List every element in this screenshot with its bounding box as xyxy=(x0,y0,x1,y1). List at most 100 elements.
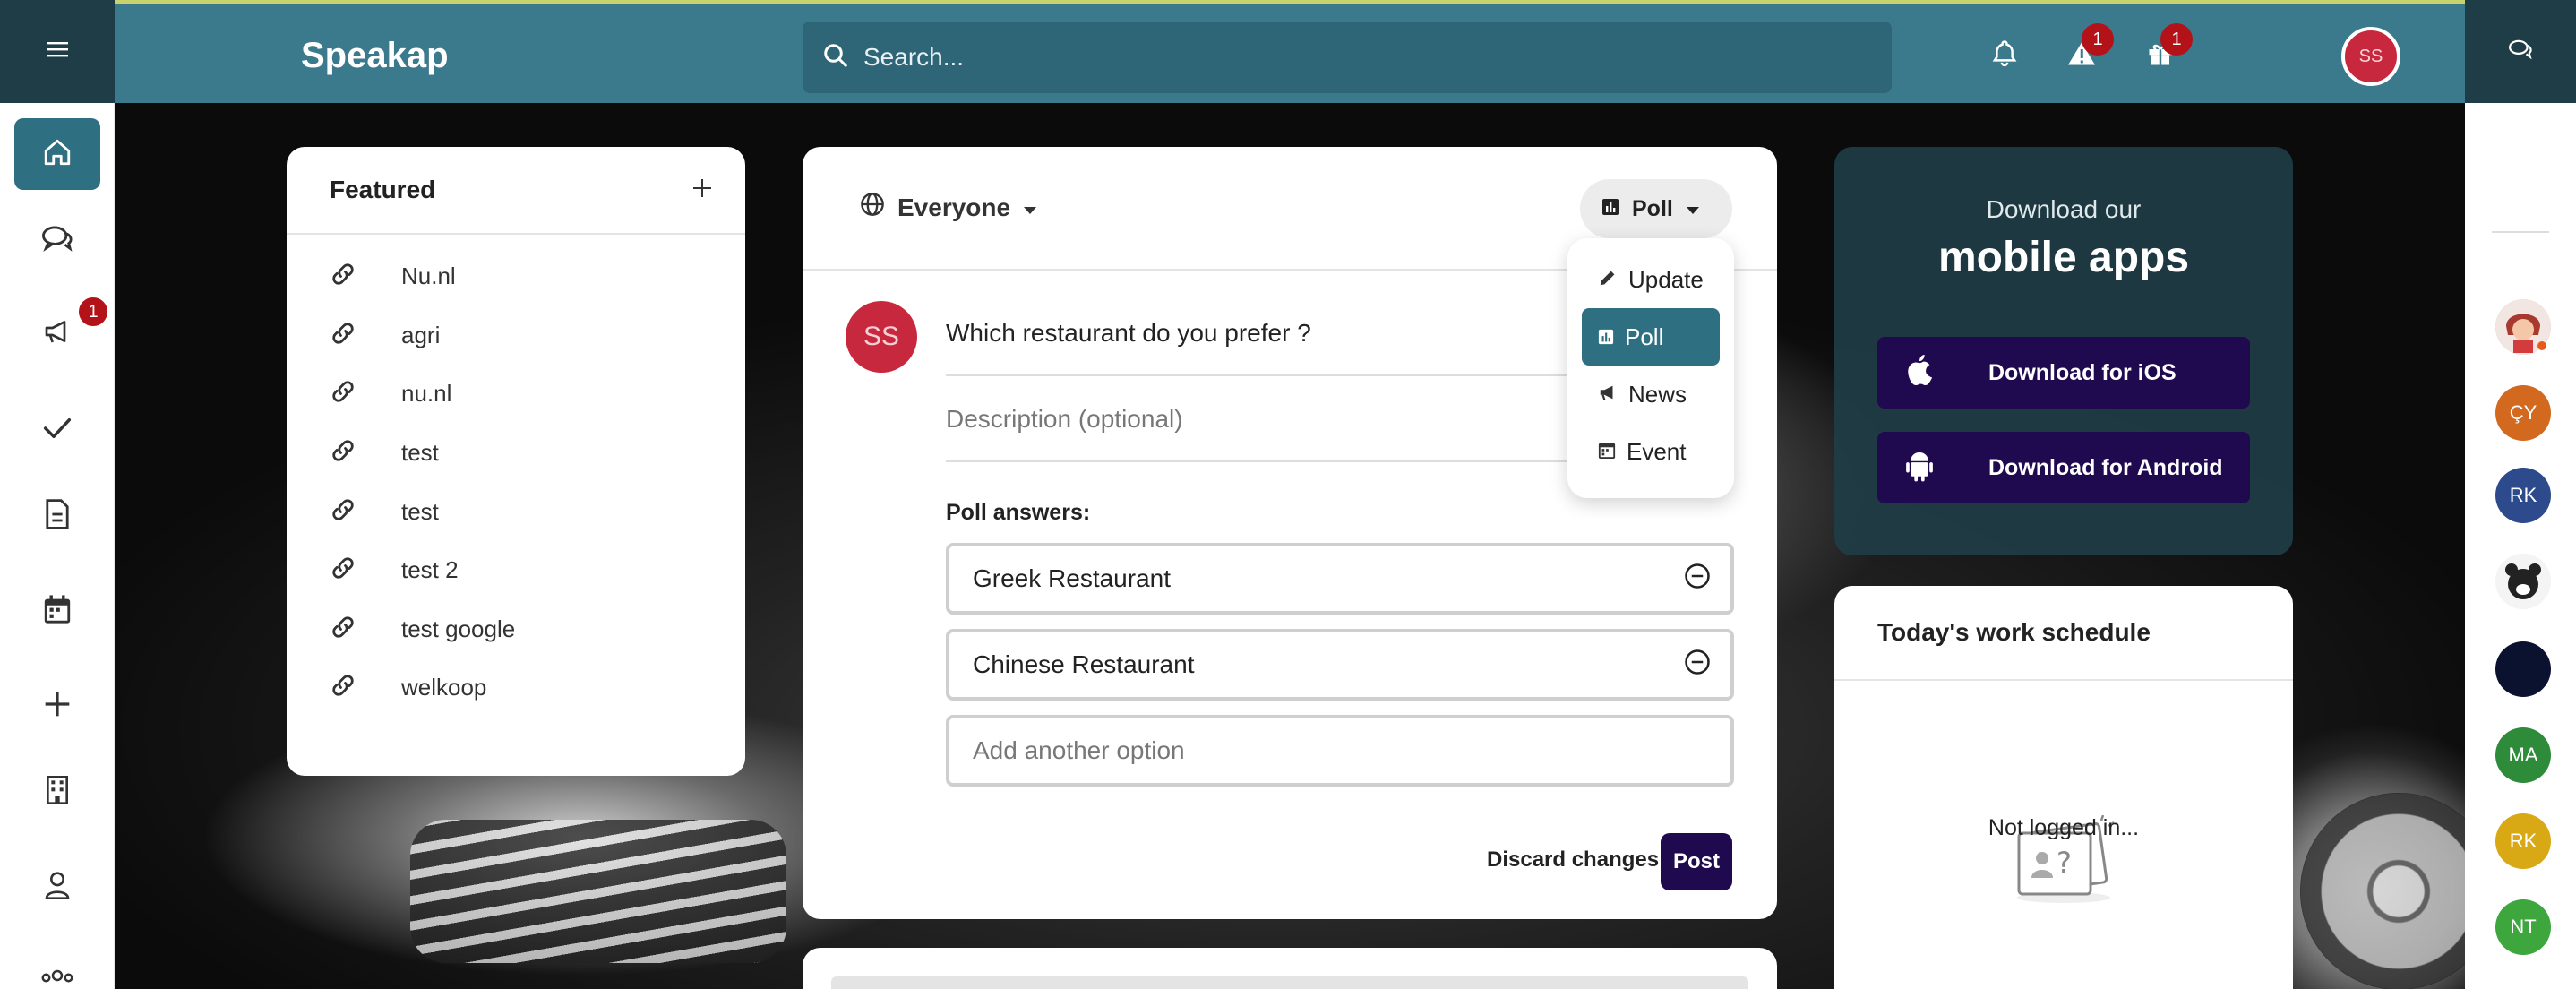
search-input[interactable] xyxy=(863,43,1849,72)
document-icon xyxy=(45,498,70,534)
nav-add[interactable] xyxy=(14,670,100,742)
contact-avatar-photo[interactable] xyxy=(2495,554,2551,609)
dropdown-option-update[interactable]: Update xyxy=(1582,251,1720,308)
featured-link[interactable]: test google xyxy=(287,600,745,659)
download-ios-label: Download for iOS xyxy=(1988,359,2177,385)
alerts-badge: 1 xyxy=(2082,23,2114,56)
megaphone-icon xyxy=(42,317,73,350)
poll-icon xyxy=(1598,323,1614,351)
post-type-dropdown: Update Poll News Event xyxy=(1567,238,1734,498)
featured-link[interactable]: Nu.nl xyxy=(287,247,745,306)
featured-link[interactable]: welkoop xyxy=(287,658,745,718)
nav-organization[interactable] xyxy=(14,756,100,828)
contact-avatar[interactable]: RK xyxy=(2495,468,2551,523)
nav-profile[interactable] xyxy=(14,851,100,923)
calendar-icon xyxy=(43,594,72,629)
author-avatar: SS xyxy=(846,301,917,373)
poll-answers-label: Poll answers: xyxy=(946,500,1091,525)
contact-avatar-photo[interactable] xyxy=(2495,299,2551,355)
poll-answer-input[interactable]: Chinese Restaurant xyxy=(946,629,1734,701)
featured-link-label: welkoop xyxy=(401,674,487,701)
link-icon xyxy=(330,672,356,703)
link-icon xyxy=(330,378,356,409)
hamburger-icon xyxy=(47,40,68,63)
nav-groups[interactable] xyxy=(14,946,100,989)
nav-home[interactable] xyxy=(14,118,100,190)
featured-link-label: nu.nl xyxy=(401,380,452,408)
bell-icon xyxy=(1991,39,2018,73)
dropdown-option-news[interactable]: News xyxy=(1582,366,1720,423)
link-icon xyxy=(330,320,356,351)
post-type-selector[interactable]: Poll xyxy=(1580,179,1732,238)
featured-link[interactable]: test xyxy=(287,482,745,541)
caret-down-icon xyxy=(1686,196,1700,222)
divider xyxy=(2492,231,2549,233)
featured-header: Featured xyxy=(287,147,745,235)
nav-tasks[interactable] xyxy=(14,394,100,466)
alerts-button[interactable]: 1 xyxy=(2057,23,2114,81)
post-type-label: Poll xyxy=(1632,195,1673,221)
featured-link[interactable]: test xyxy=(287,424,745,483)
contact-avatar[interactable]: RK xyxy=(2495,813,2551,869)
nav-documents[interactable] xyxy=(14,480,100,552)
nav-chats[interactable] xyxy=(14,204,100,276)
featured-link-label: Nu.nl xyxy=(401,262,456,290)
caret-down-icon xyxy=(1023,194,1037,222)
contact-avatar[interactable]: NT xyxy=(2495,899,2551,955)
featured-link[interactable]: agri xyxy=(287,306,745,366)
featured-link[interactable]: test 2 xyxy=(287,541,745,600)
nav-calendar[interactable] xyxy=(14,575,100,647)
nav-announcements[interactable]: 1 xyxy=(14,296,109,369)
remove-answer-icon[interactable] xyxy=(1684,649,1711,682)
building-icon xyxy=(45,775,70,809)
contact-avatar[interactable]: ÇY xyxy=(2495,385,2551,441)
right-contacts-rail: ÇY RK MA RK NT xyxy=(2465,0,2576,989)
post-button[interactable]: Post xyxy=(1661,833,1732,890)
contact-avatar-photo[interactable] xyxy=(2495,641,2551,697)
add-option-placeholder: Add another option xyxy=(973,736,1185,764)
rewards-button[interactable]: 1 xyxy=(2135,23,2193,81)
pencil-icon xyxy=(1598,266,1618,294)
top-bar: Speakap 1 1 SS xyxy=(115,0,2465,103)
add-featured-button[interactable] xyxy=(691,177,713,203)
android-icon xyxy=(1904,447,1935,489)
link-icon xyxy=(330,555,356,586)
notifications-button[interactable] xyxy=(1979,30,2030,81)
dropdown-option-poll[interactable]: Poll xyxy=(1582,308,1720,366)
link-icon xyxy=(330,261,356,292)
plus-icon xyxy=(43,690,72,723)
download-android-button[interactable]: Download for Android xyxy=(1877,432,2250,503)
search-bar[interactable] xyxy=(803,22,1892,93)
poll-answer-text: Greek Restaurant xyxy=(973,564,1171,592)
announcements-badge: 1 xyxy=(77,296,109,328)
feed-card-peek xyxy=(803,948,1777,989)
chat-icon xyxy=(2507,38,2534,65)
audience-label: Everyone xyxy=(897,193,1011,221)
featured-links-list: Nu.nl agri nu.nl test test test 2 test g… xyxy=(287,235,745,718)
featured-link[interactable]: nu.nl xyxy=(287,365,745,424)
link-icon xyxy=(330,437,356,469)
mobile-apps-subtitle: Download our xyxy=(1986,195,2142,223)
group-icon xyxy=(39,967,75,989)
chat-panel-button[interactable] xyxy=(2465,0,2576,103)
featured-link-label: agri xyxy=(401,321,441,348)
app-logo[interactable]: Speakap xyxy=(301,36,449,76)
featured-card: Featured Nu.nl agri nu.nl test test test… xyxy=(287,147,745,776)
user-avatar[interactable]: SS xyxy=(2341,27,2400,86)
contact-avatar[interactable]: MA xyxy=(2495,727,2551,783)
dropdown-option-event[interactable]: Event xyxy=(1582,423,1720,480)
poll-icon xyxy=(1601,196,1619,222)
featured-link-label: test xyxy=(401,439,439,467)
left-nav-rail: 1 xyxy=(0,0,115,989)
schedule-title: Today's work schedule xyxy=(1834,586,2293,681)
remove-answer-icon[interactable] xyxy=(1684,563,1711,596)
poll-answer-input[interactable]: Greek Restaurant xyxy=(946,543,1734,615)
audience-selector[interactable]: Everyone xyxy=(860,192,1037,223)
globe-icon xyxy=(860,192,885,223)
download-ios-button[interactable]: Download for iOS xyxy=(1877,337,2250,408)
add-option-input[interactable]: Add another option xyxy=(946,715,1734,787)
featured-link-label: test google xyxy=(401,615,516,642)
menu-button[interactable] xyxy=(0,0,115,103)
rewards-badge: 1 xyxy=(2160,23,2193,56)
discard-changes-button[interactable]: Discard changes xyxy=(1487,847,1659,873)
